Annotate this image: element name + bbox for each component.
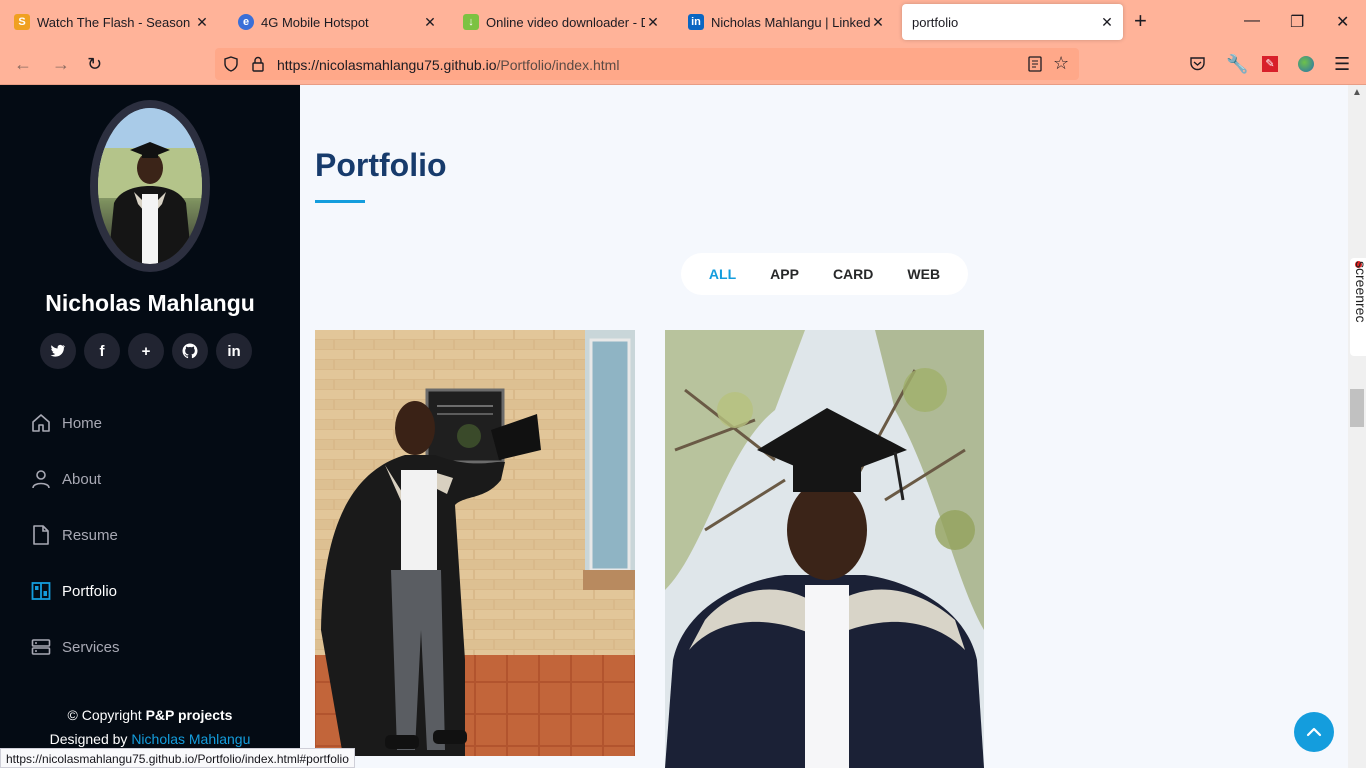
twitter-icon[interactable] <box>40 333 76 369</box>
bookmark-star-icon[interactable]: ☆ <box>1053 53 1069 74</box>
nav-item-label: Services <box>62 638 120 656</box>
nav-item-label: Home <box>62 414 103 432</box>
nav-item-about[interactable]: About <box>30 451 120 507</box>
designed-by: Designed by Nicholas Mahlangu <box>0 731 300 747</box>
page-title: Portfolio <box>315 147 447 183</box>
browser-tab-1[interactable]: e 4G Mobile Hotspot ✕ <box>228 4 446 40</box>
close-tab-icon[interactable]: ✕ <box>422 14 438 31</box>
window-close-icon[interactable]: ✕ <box>1336 12 1349 32</box>
sidebar-footer: © Copyright P&P projects Designed by Nic… <box>0 707 300 747</box>
wrench-icon[interactable]: 🔧 <box>1226 54 1248 74</box>
reload-icon[interactable]: ↻ <box>87 54 102 74</box>
close-tab-icon[interactable]: ✕ <box>645 14 661 31</box>
filter-card[interactable]: CARD <box>818 258 888 290</box>
designed-prefix: Designed by <box>49 731 132 747</box>
portfolio-item-2[interactable] <box>665 330 984 768</box>
plus-icon[interactable]: + <box>128 333 164 369</box>
nav-menu: Home About Resume Portfolio Services <box>30 395 120 675</box>
portfolio-section: Portfolio ALL APP CARD WEB <box>300 85 1348 768</box>
reader-view-icon[interactable] <box>1028 56 1042 72</box>
close-tab-icon[interactable]: ✕ <box>194 14 210 31</box>
new-tab-icon[interactable]: + <box>1134 10 1147 32</box>
browser-tab-4[interactable]: portfolio ✕ <box>902 4 1123 40</box>
arrow-up-icon <box>1306 727 1322 737</box>
close-tab-icon[interactable]: ✕ <box>1099 14 1115 31</box>
url-text: https://nicolasmahlangu75.github.io/Port… <box>277 57 619 73</box>
sidebar: Nicholas Mahlangu f + in Home About Resu… <box>0 85 300 768</box>
github-icon[interactable] <box>172 333 208 369</box>
profile-photo <box>98 108 202 264</box>
avatar <box>90 100 210 272</box>
screenrec-label: screenrec <box>1353 261 1366 323</box>
portfolio-item-1[interactable] <box>315 330 635 756</box>
nav-item-portfolio[interactable]: Portfolio <box>30 563 120 619</box>
tab-title: portfolio <box>912 14 959 30</box>
screenrec-widget[interactable]: screenrec <box>1350 258 1366 356</box>
portfolio-image-1 <box>315 330 635 756</box>
pocket-icon[interactable] <box>1189 56 1206 72</box>
globe-favicon-icon: e <box>238 14 254 30</box>
linkedin-favicon-icon: in <box>688 14 704 30</box>
profile-name: Nicholas Mahlangu <box>45 290 255 316</box>
tab-title: Nicholas Mahlangu | LinkedIn <box>711 14 870 30</box>
tab-title: Watch The Flash - Season 1 Online <box>37 14 194 30</box>
url-host: https://nicolasmahlangu75.github.io <box>277 57 497 73</box>
portfolio-icon <box>30 581 52 601</box>
nav-item-label: About <box>62 470 102 488</box>
browser-tab-3[interactable]: in Nicholas Mahlangu | LinkedIn ✕ <box>678 4 894 40</box>
facebook-icon[interactable]: f <box>84 333 120 369</box>
pdf-extension-icon[interactable]: ✎ <box>1262 56 1278 72</box>
nav-item-services[interactable]: Services <box>30 619 120 675</box>
back-icon[interactable]: ← <box>14 54 32 74</box>
tab-title: Online video downloader - Down <box>486 14 645 30</box>
close-tab-icon[interactable]: ✕ <box>870 14 886 31</box>
tab-title: 4G Mobile Hotspot <box>261 14 369 30</box>
file-icon <box>30 525 52 545</box>
social-links: f + in <box>40 333 252 369</box>
copyright: © Copyright P&P projects <box>0 707 300 723</box>
url-path: /Portfolio/index.html <box>496 57 620 73</box>
linkedin-icon[interactable]: in <box>216 333 252 369</box>
s-favicon-icon: S <box>14 14 30 30</box>
server-icon <box>30 637 52 657</box>
forward-icon[interactable]: → <box>52 54 70 74</box>
scroll-up-icon[interactable]: ▲ <box>1352 87 1362 98</box>
nav-item-home[interactable]: Home <box>30 395 120 451</box>
lock-icon[interactable] <box>251 56 265 72</box>
nav-item-label: Resume <box>62 526 118 544</box>
filter-app[interactable]: APP <box>755 258 814 290</box>
browser-tab-bar: S Watch The Flash - Season 1 Online ✕ e … <box>0 0 1366 44</box>
copyright-prefix: © Copyright <box>67 707 146 723</box>
home-icon <box>30 413 52 433</box>
status-url: https://nicolasmahlangu75.github.io/Port… <box>0 748 355 768</box>
person-icon <box>30 469 52 489</box>
minimize-icon[interactable]: — <box>1244 12 1260 30</box>
page-scrollbar[interactable]: ▲ <box>1348 85 1366 768</box>
portfolio-filters: ALL APP CARD WEB <box>681 253 968 295</box>
title-underline <box>315 200 365 203</box>
designer-link[interactable]: Nicholas Mahlangu <box>131 731 250 747</box>
filter-all[interactable]: ALL <box>694 258 751 290</box>
globe-extension-icon[interactable] <box>1298 56 1314 72</box>
back-to-top-button[interactable] <box>1294 712 1334 752</box>
browser-nav-bar: ← → ↻ https://nicolasmahlangu75.github.i… <box>0 44 1366 85</box>
shield-icon[interactable] <box>223 56 239 72</box>
browser-tab-0[interactable]: S Watch The Flash - Season 1 Online ✕ <box>4 4 218 40</box>
browser-tab-2[interactable]: ↓ Online video downloader - Down ✕ <box>453 4 669 40</box>
download-favicon-icon: ↓ <box>463 14 479 30</box>
menu-icon[interactable]: ☰ <box>1334 54 1350 74</box>
portfolio-image-2 <box>665 330 984 768</box>
scroll-thumb[interactable] <box>1350 389 1364 427</box>
url-bar[interactable]: https://nicolasmahlangu75.github.io/Port… <box>215 48 1079 80</box>
nav-item-label: Portfolio <box>62 582 118 600</box>
restore-icon[interactable]: ❐ <box>1290 12 1304 32</box>
filter-web[interactable]: WEB <box>892 258 955 290</box>
nav-item-resume[interactable]: Resume <box>30 507 120 563</box>
copyright-brand: P&P projects <box>145 707 233 723</box>
